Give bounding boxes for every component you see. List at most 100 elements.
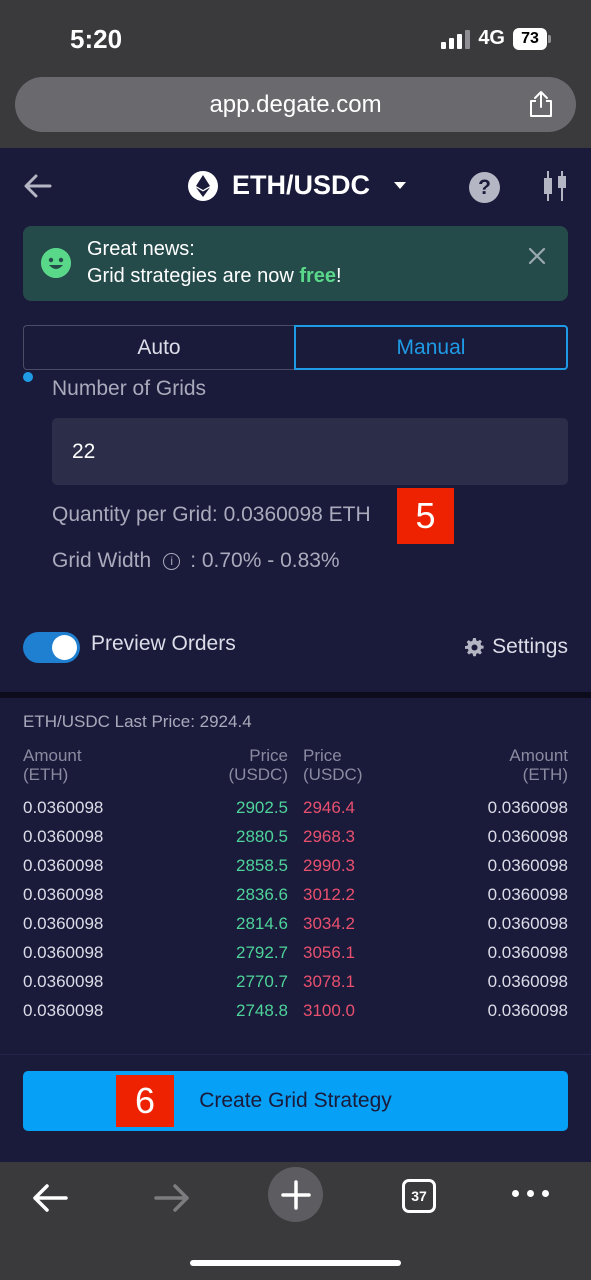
tabs-icon[interactable]: 37 xyxy=(402,1179,436,1213)
quantity-per-grid: Quantity per Grid: 0.0360098 ETH xyxy=(52,503,371,526)
sell-amount: 0.0360098 xyxy=(487,856,568,875)
candlestick-icon[interactable] xyxy=(541,170,569,202)
table-row: 0.0360098 2880.5 2968.3 0.0360098 xyxy=(0,825,591,854)
order-rows: 0.0360098 2902.5 2946.4 0.0360098 0.0360098… xyxy=(0,796,591,1028)
buy-price: 2880.5 xyxy=(236,827,288,846)
buy-amount: 0.0360098 xyxy=(23,885,104,904)
sell-amount: 0.0360098 xyxy=(487,1001,568,1020)
grids-label: Number of Grids xyxy=(52,377,207,400)
buy-price: 2814.6 xyxy=(236,914,288,933)
status-time: 5:20 xyxy=(70,24,123,54)
grid-width-value: : 0.70% - 0.83% xyxy=(190,549,340,572)
forward-icon[interactable] xyxy=(152,1180,192,1216)
sell-amount: 0.0360098 xyxy=(487,914,568,933)
promo-banner: Great news: Grid strategies are now free… xyxy=(23,226,568,301)
buy-amount: 0.0360098 xyxy=(23,972,104,991)
buy-price: 2858.5 xyxy=(236,856,288,875)
header-sell-amount: Amount (ETH) xyxy=(509,746,568,784)
battery-icon: 73 xyxy=(513,27,551,50)
tab-auto[interactable]: Auto xyxy=(23,325,294,370)
back-arrow-icon[interactable] xyxy=(24,172,52,200)
sell-price: 2946.4 xyxy=(303,798,355,817)
banner-message: Grid strategies are now free! xyxy=(87,265,342,288)
table-row: 0.0360098 2902.5 2946.4 0.0360098 xyxy=(0,796,591,825)
header-buy-price: Price (USDC) xyxy=(228,746,289,784)
settings-label: Settings xyxy=(492,635,568,658)
buy-price: 2836.6 xyxy=(236,885,288,904)
battery-level: 73 xyxy=(513,27,547,50)
grid-width-label: Grid Width xyxy=(52,549,152,572)
buy-amount: 0.0360098 xyxy=(23,856,104,875)
tab-manual[interactable]: Manual xyxy=(294,325,568,370)
step-indicator xyxy=(23,372,33,382)
banner-message-suffix: ! xyxy=(336,265,342,287)
sell-amount: 0.0360098 xyxy=(487,885,568,904)
table-row: 0.0360098 2748.8 3100.0 0.0360098 xyxy=(0,999,591,1028)
buy-price: 2792.7 xyxy=(236,943,288,962)
header-sell-price: Price (USDC) xyxy=(303,746,363,784)
url-text: app.degate.com xyxy=(209,90,382,118)
sell-price: 2990.3 xyxy=(303,856,355,875)
sell-amount: 0.0360098 xyxy=(487,972,568,991)
home-indicator xyxy=(190,1260,401,1266)
grid-strategy-form: ETH/USDC ? Great news: Grid strategies a… xyxy=(0,148,591,692)
order-preview: ETH/USDC Last Price: 2924.4 Amount (ETH) … xyxy=(0,698,591,1162)
back-icon[interactable] xyxy=(30,1180,70,1216)
table-row: 0.0360098 2814.6 3034.2 0.0360098 xyxy=(0,912,591,941)
pair-name: ETH/USDC xyxy=(232,170,371,200)
annotation-badge-6: 6 xyxy=(116,1075,174,1127)
ethereum-icon xyxy=(188,170,218,201)
new-tab-button[interactable] xyxy=(268,1167,323,1222)
table-row: 0.0360098 2792.7 3056.1 0.0360098 xyxy=(0,941,591,970)
plus-icon xyxy=(280,1179,311,1210)
annotation-badge-5: 5 xyxy=(397,488,454,544)
preview-orders-label: Preview Orders xyxy=(91,632,236,655)
buy-amount: 0.0360098 xyxy=(23,827,104,846)
sell-price: 3012.2 xyxy=(303,885,355,904)
gear-icon xyxy=(465,637,484,656)
sell-price: 2968.3 xyxy=(303,827,355,846)
grids-input[interactable] xyxy=(52,418,568,485)
browser-toolbar: 37 xyxy=(0,1162,591,1280)
buy-price: 2748.8 xyxy=(236,1001,288,1020)
sell-amount: 0.0360098 xyxy=(487,827,568,846)
network-type: 4G xyxy=(478,27,505,49)
chevron-down-icon xyxy=(394,182,407,189)
table-row: 0.0360098 2858.5 2990.3 0.0360098 xyxy=(0,854,591,883)
sell-amount: 0.0360098 xyxy=(487,798,568,817)
info-icon[interactable]: i xyxy=(163,552,181,570)
create-grid-strategy-button[interactable]: Create Grid Strategy xyxy=(23,1071,568,1131)
sell-price: 3100.0 xyxy=(303,1001,355,1020)
buy-amount: 0.0360098 xyxy=(23,914,104,933)
settings-button[interactable]: Settings xyxy=(465,635,568,659)
banner-free-highlight: free xyxy=(299,265,337,287)
table-row: 0.0360098 2836.6 3012.2 0.0360098 xyxy=(0,883,591,912)
banner-title: Great news: xyxy=(87,238,195,260)
smiley-icon xyxy=(41,248,71,278)
buy-amount: 0.0360098 xyxy=(23,943,104,962)
table-row: 0.0360098 2770.7 3078.1 0.0360098 xyxy=(0,970,591,999)
banner-message-text: Grid strategies are now xyxy=(87,265,300,287)
sell-price: 3078.1 xyxy=(303,972,355,991)
grid-width: Grid Width i : 0.70% - 0.83% xyxy=(52,549,340,573)
buy-price: 2770.7 xyxy=(236,972,288,991)
sell-amount: 0.0360098 xyxy=(487,943,568,962)
close-icon[interactable] xyxy=(526,245,548,267)
last-price: ETH/USDC Last Price: 2924.4 xyxy=(23,712,252,731)
preview-orders-toggle[interactable] xyxy=(23,632,80,663)
header-buy-amount: Amount (ETH) xyxy=(23,746,82,784)
pair-selector[interactable]: ETH/USDC xyxy=(188,170,407,201)
buy-amount: 0.0360098 xyxy=(23,1001,104,1020)
sell-price: 3056.1 xyxy=(303,943,355,962)
help-icon[interactable]: ? xyxy=(469,172,500,203)
sell-price: 3034.2 xyxy=(303,914,355,933)
buy-price: 2902.5 xyxy=(236,798,288,817)
buy-amount: 0.0360098 xyxy=(23,798,104,817)
signal-icon xyxy=(441,29,471,49)
status-bar: 5:20 4G 73 xyxy=(0,0,591,75)
mode-tabs: Auto Manual xyxy=(23,325,568,370)
share-icon[interactable] xyxy=(528,90,554,118)
more-icon[interactable] xyxy=(512,1190,549,1197)
divider xyxy=(0,1054,591,1055)
address-bar[interactable]: app.degate.com xyxy=(15,77,576,132)
